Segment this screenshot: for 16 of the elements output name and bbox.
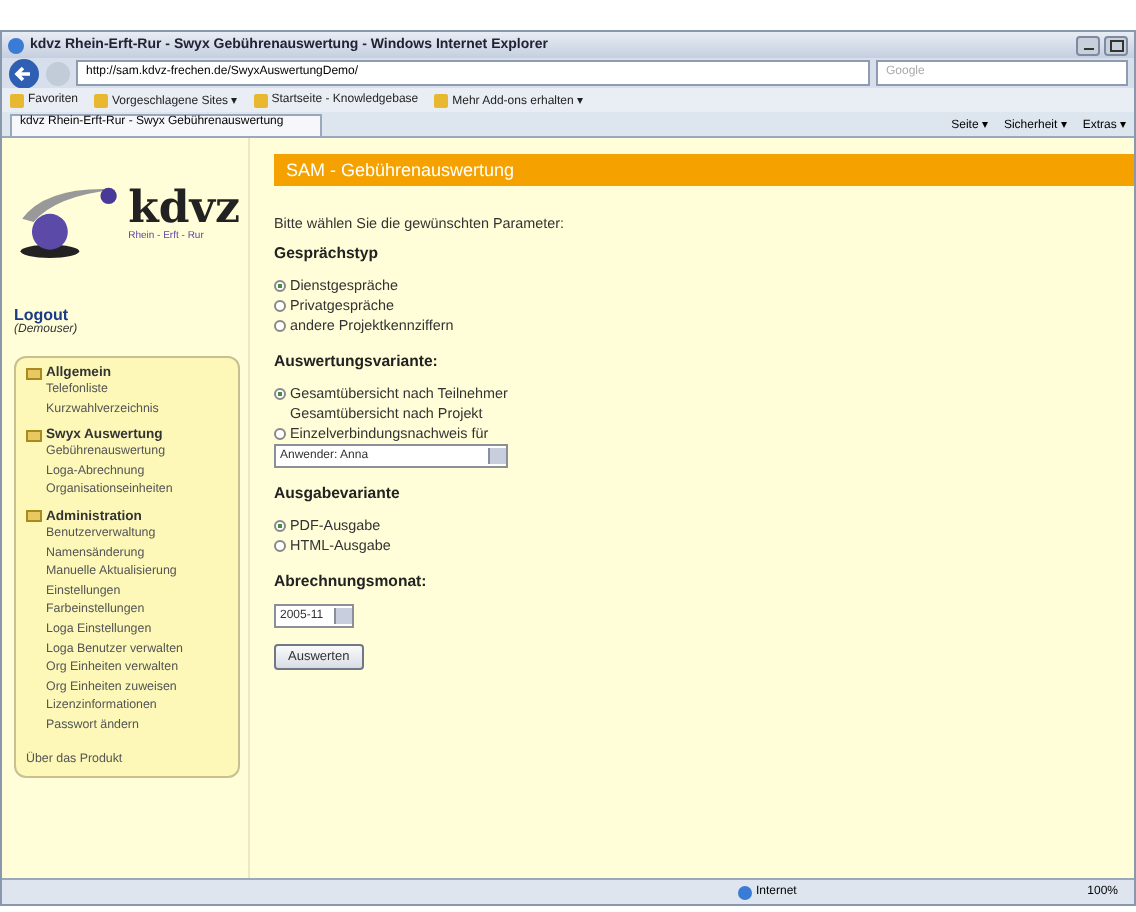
back-button[interactable] bbox=[8, 57, 40, 89]
logo-text: kdvz bbox=[128, 186, 240, 230]
folder-icon bbox=[26, 510, 42, 523]
minimize-button[interactable] bbox=[1076, 35, 1100, 55]
radio-button[interactable] bbox=[274, 520, 286, 532]
radio-button[interactable] bbox=[274, 320, 286, 332]
maximize-button[interactable] bbox=[1104, 35, 1128, 55]
logout-link[interactable]: Logout bbox=[14, 306, 69, 324]
radio-button[interactable] bbox=[274, 540, 286, 552]
folder-icon bbox=[26, 367, 42, 379]
folder-icon bbox=[26, 429, 42, 442]
radio-button[interactable] bbox=[274, 300, 286, 312]
page-header: SAM - Gebührenauswertung bbox=[274, 154, 1134, 186]
radio-button[interactable] bbox=[274, 428, 286, 440]
radio-button[interactable] bbox=[274, 388, 286, 400]
radio-button[interactable] bbox=[274, 280, 286, 292]
